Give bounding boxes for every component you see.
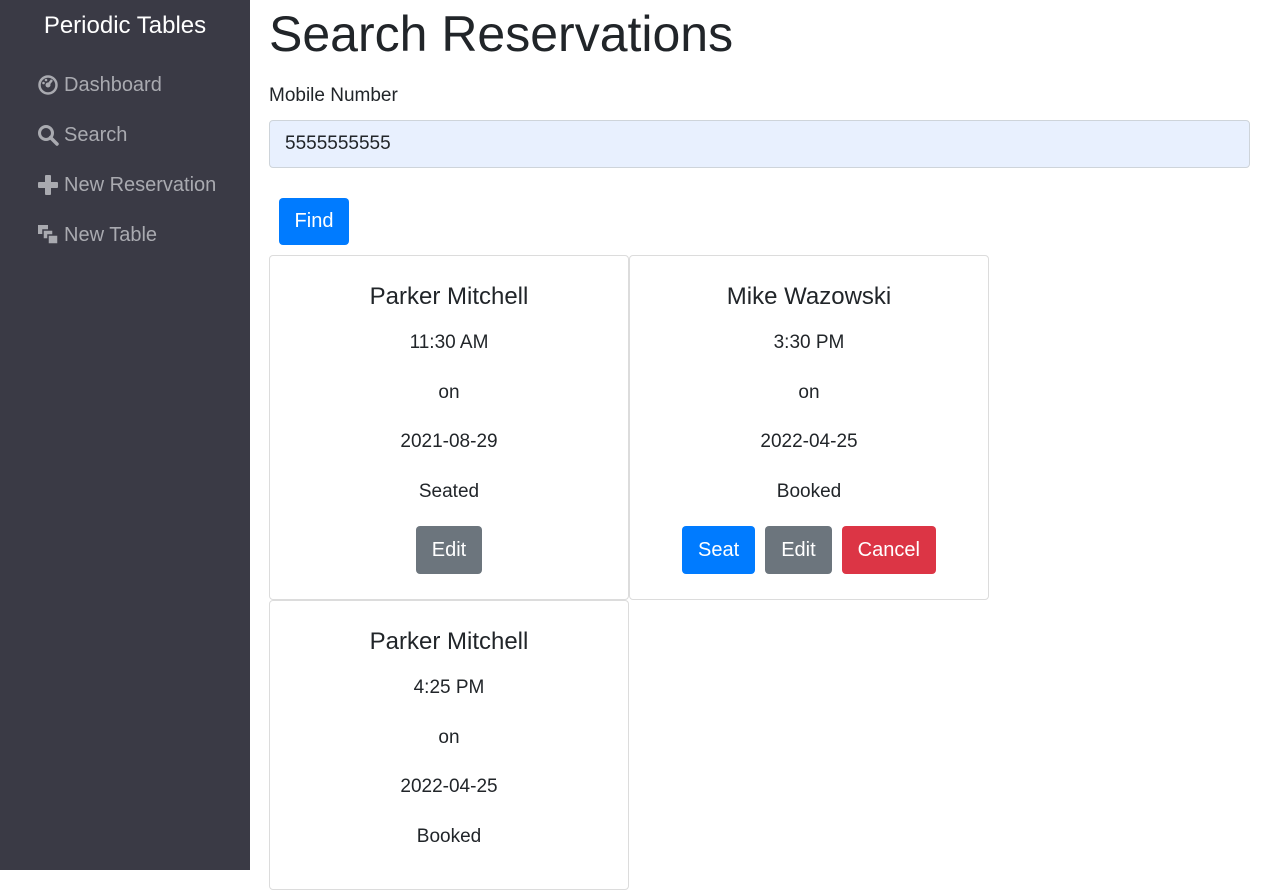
reservation-card: Parker Mitchell 4:25 PM on 2022-04-25 Bo… bbox=[269, 600, 629, 890]
mobile-number-input[interactable] bbox=[269, 120, 1250, 168]
reservation-card: Parker Mitchell 11:30 AM on 2021-08-29 S… bbox=[269, 255, 629, 600]
reservation-actions: Edit bbox=[270, 526, 628, 574]
sidebar-item-new-table[interactable]: New Table bbox=[37, 210, 216, 260]
reservation-card: Mike Wazowski 3:30 PM on 2022-04-25 Book… bbox=[629, 255, 989, 600]
sidebar-item-search[interactable]: Search bbox=[37, 110, 216, 160]
reservation-time: 11:30 AM bbox=[409, 332, 489, 353]
sidebar-item-label: New Reservation bbox=[64, 173, 217, 196]
brand-title[interactable]: Periodic Tables bbox=[0, 11, 250, 43]
plus-icon bbox=[37, 174, 59, 196]
cancel-button[interactable]: Cancel bbox=[841, 526, 936, 574]
reservation-name: Parker Mitchell bbox=[369, 283, 529, 310]
reservation-time: 4:25 PM bbox=[413, 677, 485, 698]
reservation-time: 3:30 PM bbox=[773, 332, 845, 353]
sidebar-item-label: Dashboard bbox=[64, 73, 162, 96]
reservation-date: 2022-04-25 bbox=[400, 776, 498, 797]
page-title: Search Reservations bbox=[269, 6, 734, 62]
layers-icon bbox=[37, 224, 59, 246]
reservation-status: Booked bbox=[776, 481, 842, 502]
sidebar-nav: Dashboard Search New Reservation New Tab… bbox=[37, 60, 216, 260]
reservation-name: Mike Wazowski bbox=[726, 283, 892, 310]
sidebar-item-label: New Table bbox=[64, 223, 158, 246]
reservation-on-text: on bbox=[438, 382, 460, 403]
reservation-date: 2021-08-29 bbox=[400, 431, 498, 452]
find-button[interactable]: Find bbox=[279, 198, 349, 245]
edit-button[interactable]: Edit bbox=[765, 526, 832, 574]
reservation-on-text: on bbox=[438, 727, 460, 748]
sidebar-item-label: Search bbox=[64, 123, 128, 146]
sidebar-item-dashboard[interactable]: Dashboard bbox=[37, 60, 216, 110]
seat-button[interactable]: Seat bbox=[682, 526, 756, 574]
reservation-status: Booked bbox=[416, 826, 482, 847]
reservation-on-text: on bbox=[798, 382, 820, 403]
dashboard-icon bbox=[37, 74, 59, 96]
reservation-status: Seated bbox=[418, 481, 480, 502]
mobile-number-label: Mobile Number bbox=[269, 85, 398, 106]
sidebar-item-new-reservation[interactable]: New Reservation bbox=[37, 160, 216, 210]
edit-button[interactable]: Edit bbox=[415, 526, 483, 574]
reservation-name: Parker Mitchell bbox=[369, 628, 529, 655]
reservation-actions: Seat Edit Cancel bbox=[630, 526, 988, 574]
reservation-date: 2022-04-25 bbox=[760, 431, 858, 452]
search-icon bbox=[37, 124, 59, 146]
sidebar: Periodic Tables Dashboard Search New Res… bbox=[0, 0, 250, 870]
